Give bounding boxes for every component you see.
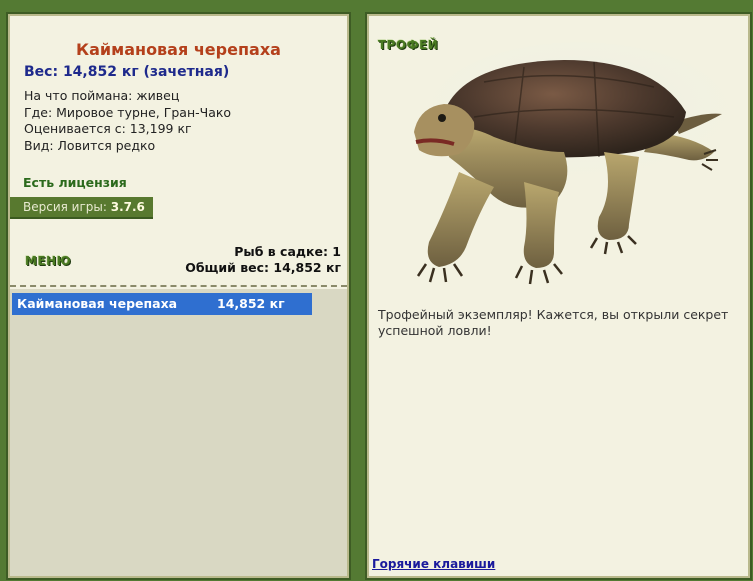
catch-info-panel: Каймановая черепаха Вес: 14,852 кг (заче… <box>6 12 351 580</box>
fish-name: Каймановая черепаха <box>76 40 281 59</box>
fish-weight: Вес: 14,852 кг (зачетная) <box>24 64 230 80</box>
menu-button[interactable]: МЕНЮ <box>25 254 71 268</box>
hotkeys-link[interactable]: Горячие клавиши <box>372 557 495 571</box>
version-value: 3.7.6 <box>110 200 145 214</box>
trophy-message: Трофейный экземпляр! Кажется, вы открыли… <box>378 307 729 338</box>
keepnet-total-weight: Общий вес: 14,852 кг <box>185 260 341 275</box>
bait-info: На что поймана: живец <box>24 88 180 103</box>
keepnet-row[interactable]: Каймановая черепаха 14,852 кг <box>12 293 312 315</box>
location-info: Где: Мировое турне, Гран-Чако <box>24 104 232 120</box>
rated-from-info: Оценивается с: 13,199 кг <box>24 121 192 136</box>
game-version-bar: Версия игры: 3.7.6 <box>10 197 153 219</box>
keepnet-row-weight: 14,852 кг <box>217 296 285 311</box>
keepnet-list: Каймановая черепаха 14,852 кг <box>10 289 347 576</box>
catch-details: На что поймана: живец Где: Мировое турне… <box>24 88 231 154</box>
license-status: Есть лицензия <box>23 175 127 190</box>
version-label: Версия игры: <box>23 200 107 214</box>
keepnet-row-name: Каймановая черепаха <box>17 296 178 311</box>
turtle-image <box>404 42 729 287</box>
snapping-turtle-icon <box>414 42 729 285</box>
keepnet-stats: Рыб в садке: 1 Общий вес: 14,852 кг <box>185 244 341 276</box>
trophy-panel: ТРОФЕЙ Трофейный экземпляр! Кажется, вы … <box>365 12 752 580</box>
keepnet-count: Рыб в садке: 1 <box>234 244 341 259</box>
divider <box>10 285 347 287</box>
rarity-info: Вид: Ловится редко <box>24 137 156 153</box>
